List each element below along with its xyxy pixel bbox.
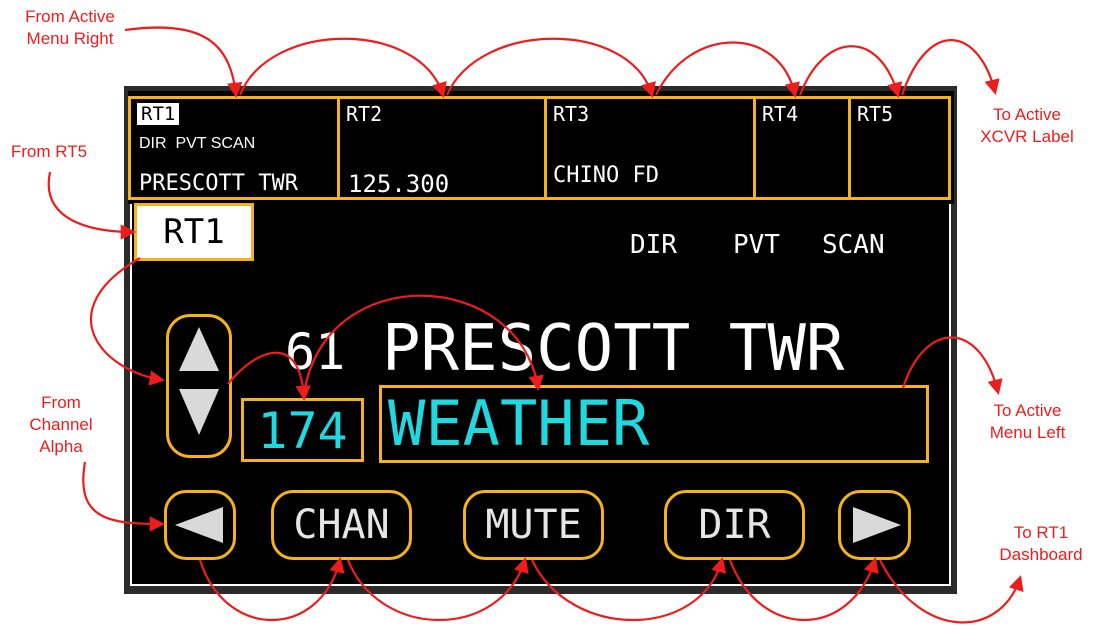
arrow-label-to-stepper [89, 257, 166, 386]
arrow-rt2-to-rt3 [445, 37, 656, 98]
arrow-left-to-chan [198, 557, 345, 621]
arrow-stepper-to-174 [227, 351, 311, 402]
arrow-from-menu-right [124, 26, 243, 99]
arrow-from-rt5 [47, 171, 137, 240]
arrow-mute-to-dir [531, 557, 727, 622]
navigation-arrows [47, 26, 1024, 624]
arrow-rt1-to-rt2 [238, 37, 447, 98]
arrow-to-rt1-dashboard [879, 559, 1024, 624]
arrow-to-menu-left [901, 336, 1003, 395]
arrow-dir-to-right [728, 557, 879, 621]
arrow-rt3-to-rt4 [655, 41, 800, 99]
arrow-chan-to-mute [346, 557, 529, 622]
arrow-from-channel-alpha [82, 461, 166, 532]
arrow-rt4-to-rt5 [798, 45, 903, 98]
arrow-rt5-to-xcvr [900, 39, 1000, 96]
arrow-61-to-weather [303, 294, 544, 392]
